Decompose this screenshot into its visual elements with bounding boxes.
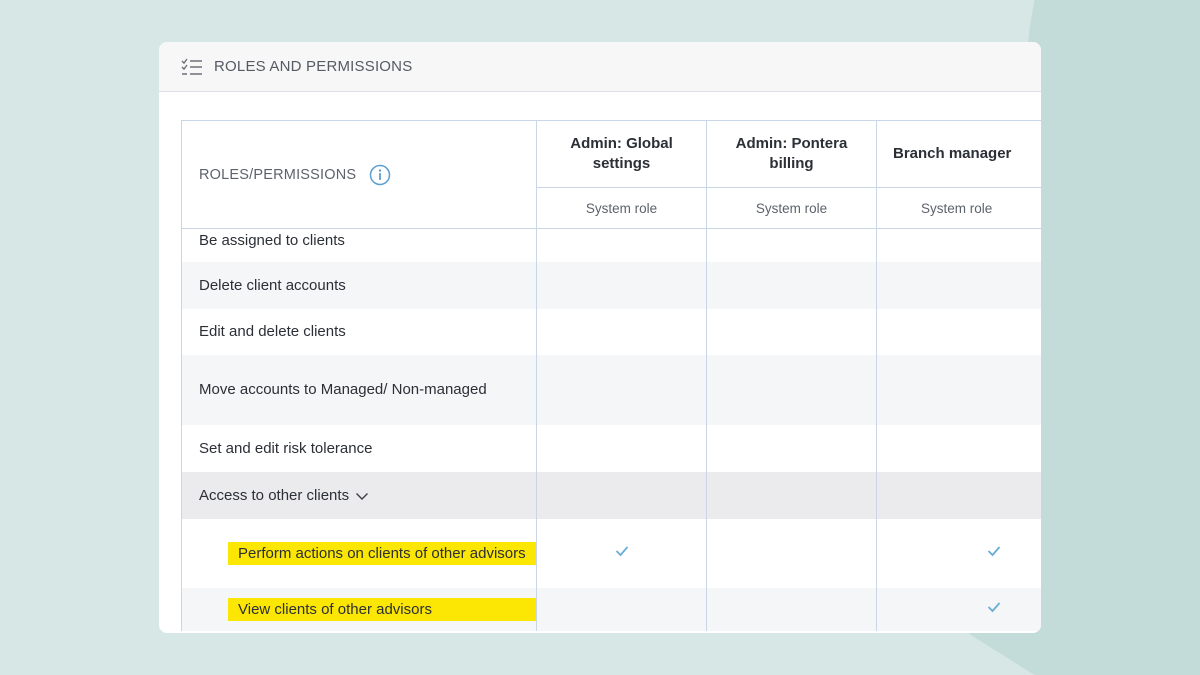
table-row: Be assigned to clients <box>181 228 1041 262</box>
highlighted-permission: Perform actions on clients of other advi… <box>228 541 536 565</box>
role-type: System role <box>921 200 993 216</box>
permission-cell[interactable] <box>706 308 877 355</box>
permission-cell[interactable] <box>876 261 1041 309</box>
check-icon <box>988 602 1001 613</box>
permission-cell[interactable] <box>536 308 707 355</box>
permission-cell[interactable] <box>536 587 707 631</box>
role-type: System role <box>755 200 828 216</box>
group-row-access-other-clients[interactable]: Access to other clients <box>181 471 1041 519</box>
info-icon[interactable] <box>369 164 391 186</box>
highlighted-permission: View clients of other advisors <box>228 597 536 621</box>
role-column-header[interactable]: Admin: Global settings System role <box>536 120 707 229</box>
permission-cell[interactable] <box>876 518 1041 588</box>
table-header-row: ROLES/PERMISSIONS Admin: Global settings… <box>181 120 1041 229</box>
table-row: Move accounts to Managed/ Non-managed <box>181 354 1041 425</box>
permission-cell[interactable] <box>706 261 877 309</box>
permission-label-text: View clients of other advisors <box>238 600 432 618</box>
permission-label: Delete client accounts <box>181 261 537 309</box>
permission-label: Set and edit risk tolerance <box>181 424 537 472</box>
permissions-table: ROLES/PERMISSIONS Admin: Global settings… <box>181 120 1041 631</box>
permission-cell[interactable] <box>876 228 1041 262</box>
table-row: Perform actions on clients of other advi… <box>181 518 1041 588</box>
role-name: Admin: Pontera billing <box>707 121 876 188</box>
role-column-header[interactable]: Admin: Pontera billing System role <box>706 120 877 229</box>
permission-cell[interactable] <box>536 354 707 425</box>
permission-cell[interactable] <box>876 471 1041 519</box>
permission-label: Perform actions on clients of other advi… <box>181 518 537 588</box>
permission-cell[interactable] <box>876 354 1041 425</box>
table-row: Set and edit risk tolerance <box>181 424 1041 472</box>
permission-cell[interactable] <box>706 518 877 588</box>
role-type: System role <box>585 200 658 216</box>
permission-cell[interactable] <box>706 471 877 519</box>
page-title: ROLES AND PERMISSIONS <box>214 58 413 75</box>
permission-cell[interactable] <box>536 518 707 588</box>
permission-cell[interactable] <box>876 424 1041 472</box>
permission-cell[interactable] <box>706 424 877 472</box>
checklist-icon <box>181 58 202 75</box>
roles-permissions-card: ROLES AND PERMISSIONS ROLES/PERMISSIONS <box>159 42 1041 633</box>
role-name: Branch manager <box>877 121 1041 188</box>
permissions-table-container[interactable]: ROLES/PERMISSIONS Admin: Global settings… <box>181 120 1041 633</box>
permission-label: Edit and delete clients <box>181 308 537 355</box>
table-row: View clients of other advisors <box>181 587 1041 631</box>
permission-label: Move accounts to Managed/ Non-managed <box>181 354 537 425</box>
permission-cell[interactable] <box>706 587 877 631</box>
corner-header: ROLES/PERMISSIONS <box>181 120 537 229</box>
check-icon <box>988 546 1001 557</box>
permission-cell[interactable] <box>876 308 1041 355</box>
permission-label: View clients of other advisors <box>181 587 537 631</box>
chevron-down-icon[interactable] <box>355 491 369 501</box>
permission-cell[interactable] <box>706 354 877 425</box>
roles-permissions-label: ROLES/PERMISSIONS <box>199 166 357 183</box>
check-icon <box>615 546 628 557</box>
permission-cell[interactable] <box>706 228 877 262</box>
permission-cell[interactable] <box>536 228 707 262</box>
permission-label-text: Perform actions on clients of other advi… <box>238 544 526 562</box>
role-column-header[interactable]: Branch manager System role <box>876 120 1041 229</box>
permission-cell[interactable] <box>536 261 707 309</box>
permission-cell[interactable] <box>536 471 707 519</box>
permission-cell[interactable] <box>536 424 707 472</box>
card-header: ROLES AND PERMISSIONS <box>159 42 1041 92</box>
group-label[interactable]: Access to other clients <box>181 471 537 519</box>
group-label-text: Access to other clients <box>199 486 350 504</box>
permission-cell[interactable] <box>876 587 1041 631</box>
table-row: Edit and delete clients <box>181 308 1041 355</box>
table-row: Delete client accounts <box>181 261 1041 309</box>
permission-label: Be assigned to clients <box>181 228 537 262</box>
role-name: Admin: Global settings <box>537 121 706 188</box>
